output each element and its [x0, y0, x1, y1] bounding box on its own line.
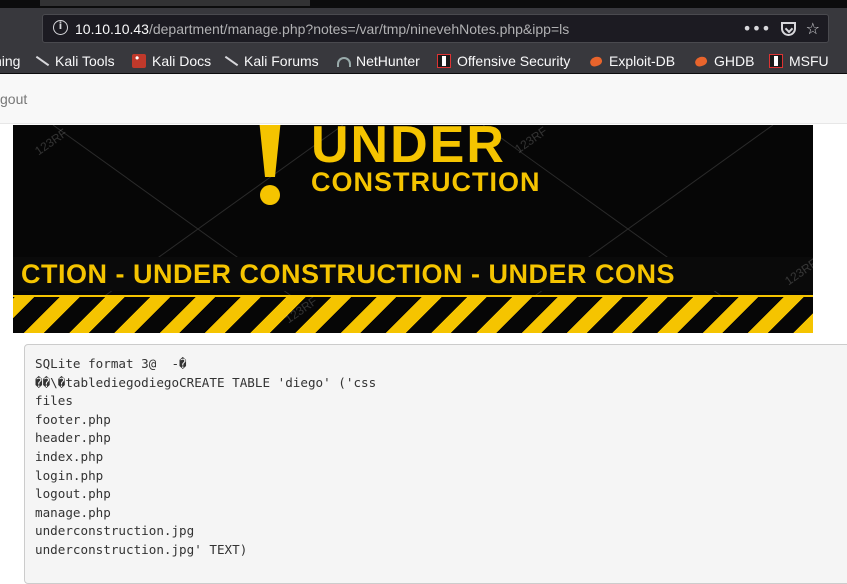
tab-strip: [0, 0, 847, 8]
page-actions-menu-icon[interactable]: •••: [742, 19, 770, 39]
bookmark-exploit-db[interactable]: Exploit-DB: [589, 52, 675, 70]
bookmark-kali-docs[interactable]: Kali Docs: [132, 51, 212, 70]
bookmark-label: MSFU: [789, 53, 829, 69]
url-host: 10.10.10.43: [75, 21, 149, 37]
output-line: ��\�tablediegodiegoCREATE TABLE 'diego' …: [35, 374, 377, 390]
bookmark-label: Kali Tools: [55, 53, 115, 69]
output-line: logout.php: [35, 486, 111, 502]
bookmark-label: ning: [0, 53, 21, 69]
active-tab[interactable]: [40, 0, 310, 6]
output-line: SQLite format 3@ -�: [35, 356, 187, 371]
url-text[interactable]: 10.10.10.43/department/manage.php?notes=…: [75, 21, 569, 37]
banner-construction-text: CONSTRUCTION: [311, 167, 541, 197]
banner-ribbon-text: CTION - UNDER CONSTRUCTION - UNDER CONS: [21, 259, 675, 289]
kali-docs-icon: [132, 51, 146, 68]
bookmark-ghdb[interactable]: GHDB: [694, 52, 754, 70]
bookmark-label: Kali Docs: [152, 53, 212, 69]
bookmark-label: NetHunter: [356, 53, 420, 69]
output-line: manage.php: [35, 504, 111, 520]
output-line: files: [35, 393, 73, 409]
site-info-icon[interactable]: i: [53, 20, 68, 35]
output-line: login.php: [35, 467, 104, 483]
output-line: footer.php: [35, 411, 111, 427]
page-content: gout UNDER CONSTRUCTION CTION - UNDER CO…: [0, 74, 847, 584]
bookmark-label: GHDB: [714, 53, 755, 69]
bookmarks-toolbar: ning Kali Tools Kali Docs Kali Forums Ne…: [0, 48, 847, 74]
bookmark-label: Exploit-DB: [609, 53, 676, 69]
pocket-icon[interactable]: [780, 22, 796, 36]
command-output-box: SQLite format 3@ -� ��\�tablediegodiegoC…: [24, 344, 847, 584]
under-construction-image: UNDER CONSTRUCTION CTION - UNDER CONSTRU…: [13, 125, 813, 333]
command-output: SQLite format 3@ -� ��\�tablediegodiegoC…: [35, 355, 376, 560]
bookmark-label: Kali Forums: [244, 53, 319, 69]
logout-link[interactable]: gout: [0, 91, 27, 107]
bookmark-truncated[interactable]: ning: [0, 52, 20, 70]
bookmark-kali-forums[interactable]: Kali Forums: [224, 52, 319, 70]
exploitdb-icon: [694, 54, 708, 68]
kali-dragon-icon: [35, 54, 49, 68]
bookmark-label: Offensive Security: [457, 53, 571, 69]
kali-dragon-icon: [224, 54, 238, 68]
output-line: underconstruction.jpg: [35, 523, 195, 539]
bookmark-star-icon[interactable]: ☆: [806, 19, 820, 39]
address-bar-actions: ••• ☆: [742, 19, 820, 39]
nethunter-icon: [336, 54, 351, 68]
bookmark-nethunter[interactable]: NetHunter: [336, 52, 420, 70]
offsec-icon: [769, 54, 783, 68]
address-bar[interactable]: i 10.10.10.43/department/manage.php?note…: [42, 14, 829, 43]
output-line: header.php: [35, 430, 111, 446]
exploitdb-icon: [589, 54, 603, 68]
exclamation-icon: [259, 125, 281, 205]
bookmark-msfu[interactable]: MSFU: [769, 52, 829, 70]
navigation-toolbar: i 10.10.10.43/department/manage.php?note…: [0, 8, 847, 48]
output-line: index.php: [35, 448, 104, 464]
output-line: underconstruction.jpg' TEXT): [35, 541, 248, 557]
site-navbar: gout: [0, 74, 847, 124]
bookmark-offensive-security[interactable]: Offensive Security: [437, 52, 570, 70]
offsec-icon: [437, 54, 451, 68]
url-path: /department/manage.php?notes=/var/tmp/ni…: [148, 21, 570, 37]
hazard-stripes: [13, 297, 813, 333]
bookmark-kali-tools[interactable]: Kali Tools: [35, 52, 115, 70]
